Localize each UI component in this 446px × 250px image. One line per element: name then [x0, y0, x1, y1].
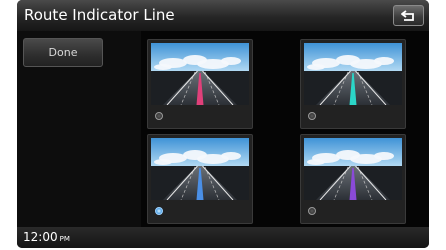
- route-line-option-1[interactable]: [147, 39, 253, 129]
- road-preview-1: [151, 43, 249, 105]
- clock: 12:00 PM: [23, 230, 70, 244]
- title-bar: Route Indicator Line: [17, 0, 429, 31]
- status-bar: 12:00 PM: [17, 227, 429, 248]
- radio-option-4[interactable]: [308, 207, 316, 215]
- page-title: Route Indicator Line: [24, 6, 175, 24]
- clock-time: 12:00: [23, 230, 58, 244]
- road-preview-2: [304, 43, 402, 105]
- radio-option-3[interactable]: [155, 207, 163, 215]
- clock-ampm: PM: [59, 235, 70, 243]
- screen: Route Indicator Line Done 12:00 PM: [17, 0, 429, 248]
- radio-option-1[interactable]: [155, 112, 163, 120]
- route-line-option-4[interactable]: [300, 134, 406, 224]
- route-line-option-3[interactable]: [147, 134, 253, 224]
- radio-option-2[interactable]: [308, 112, 316, 120]
- sidebar: Done: [17, 31, 141, 227]
- back-arrow-icon: [401, 10, 414, 21]
- done-button[interactable]: Done: [23, 38, 103, 67]
- back-button[interactable]: [393, 5, 424, 26]
- road-preview-4: [304, 138, 402, 200]
- route-line-option-2[interactable]: [300, 39, 406, 129]
- road-preview-3: [151, 138, 249, 200]
